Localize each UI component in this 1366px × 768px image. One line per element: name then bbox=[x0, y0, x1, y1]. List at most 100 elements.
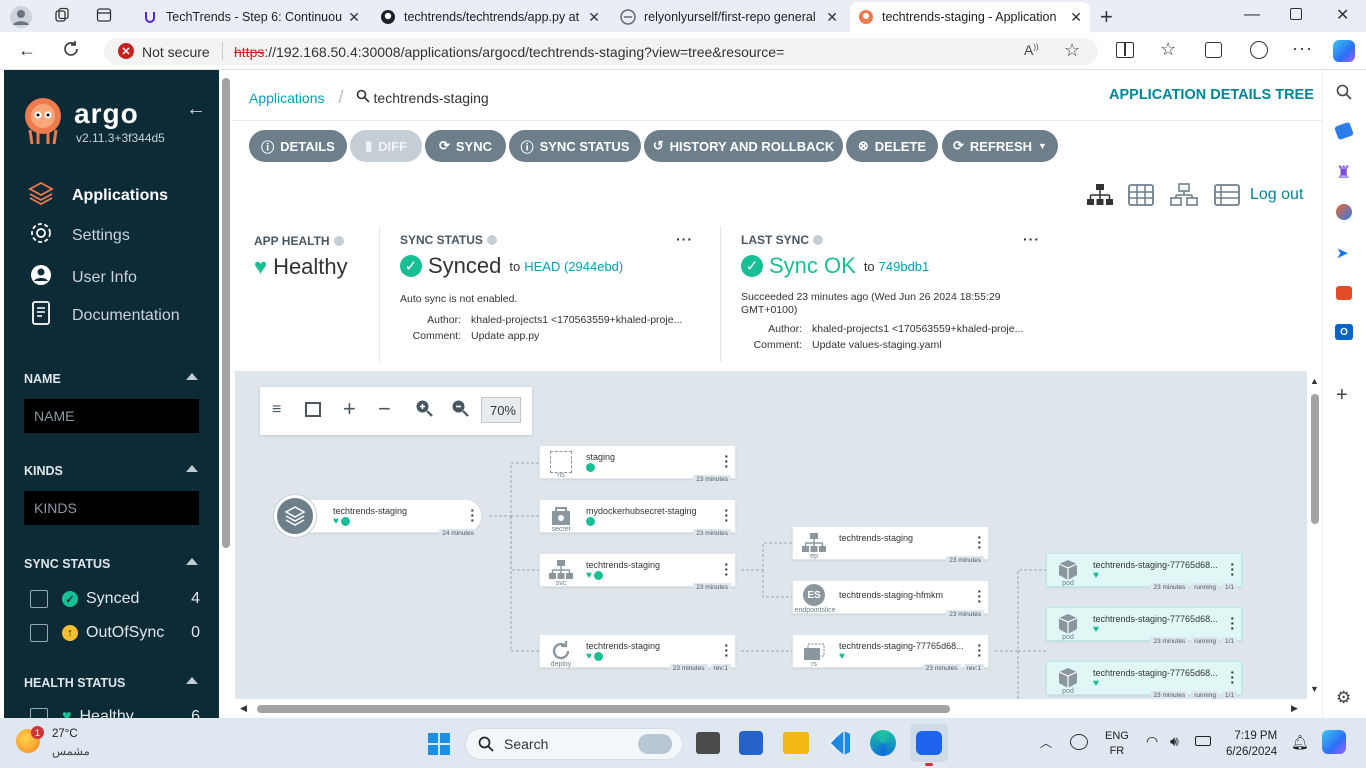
show-hidden-icons-chevron[interactable]: ︿ bbox=[1040, 734, 1052, 751]
more-options-icon[interactable]: ··· bbox=[676, 231, 693, 247]
toolbox-icon[interactable] bbox=[1336, 286, 1352, 300]
copilot-taskbar-icon[interactable] bbox=[1322, 730, 1346, 754]
not-secure-icon[interactable]: ✕ bbox=[118, 43, 134, 59]
sync-button[interactable]: ⟳ SYNC bbox=[425, 130, 506, 162]
diff-button[interactable]: ▮ DIFF bbox=[350, 130, 422, 162]
clock[interactable]: 7:19 PM 6/26/2024 bbox=[1226, 728, 1277, 760]
restore-icon[interactable] bbox=[1290, 8, 1302, 20]
volume-icon[interactable]: 🔊︎ bbox=[1170, 733, 1179, 750]
security-label[interactable]: Not secure bbox=[142, 44, 210, 60]
canvas-horizontal-scrollbar[interactable] bbox=[257, 705, 950, 713]
tree-view-icon[interactable] bbox=[1086, 183, 1114, 212]
read-aloud-icon[interactable]: A)) bbox=[1024, 42, 1039, 58]
node-menu-icon[interactable]: · · · bbox=[977, 530, 982, 554]
breadcrumb-applications-link[interactable]: Applications bbox=[249, 90, 325, 106]
node-pod-1[interactable]: pod techtrends-staging-77765d68... ♥ · · ·… bbox=[1046, 553, 1242, 592]
align-left-icon[interactable]: ≡ bbox=[272, 401, 281, 419]
kinds-filter-input[interactable]: KINDS bbox=[24, 491, 199, 525]
synced-checkbox[interactable] bbox=[30, 590, 48, 608]
help-icon[interactable] bbox=[333, 236, 344, 246]
collapse-caret-icon[interactable] bbox=[186, 373, 198, 380]
browser-essentials-icon[interactable] bbox=[1250, 41, 1268, 59]
window-close-icon[interactable]: ✕ bbox=[1336, 5, 1349, 25]
refresh-icon[interactable] bbox=[62, 40, 80, 63]
help-icon[interactable] bbox=[813, 235, 824, 245]
node-pod-3[interactable]: pod techtrends-staging-77765d68... ♥ · · ·… bbox=[1046, 661, 1242, 699]
scroll-down-arrow-icon[interactable]: ▼ bbox=[1310, 684, 1319, 694]
node-menu-icon[interactable]: · · · bbox=[1230, 557, 1235, 581]
history-rollback-button[interactable]: ↺ HISTORY AND ROLLBACK bbox=[644, 130, 843, 162]
wifi-icon[interactable]: ◠ bbox=[1146, 733, 1158, 750]
outofsync-checkbox[interactable] bbox=[30, 624, 48, 642]
filter-healthy[interactable]: ♥ Healthy 6 bbox=[30, 708, 200, 718]
node-menu-icon[interactable]: · · · bbox=[724, 557, 729, 581]
taskbar-search[interactable]: Search bbox=[465, 728, 683, 760]
add-app-icon[interactable]: + bbox=[1336, 384, 1348, 407]
node-rs[interactable]: rs techtrends-staging-77765d68... ♥ · · · … bbox=[792, 634, 989, 673]
fit-screen-icon[interactable] bbox=[305, 402, 321, 417]
meet-now-icon[interactable] bbox=[1070, 734, 1088, 750]
delete-button[interactable]: ⊗ DELETE bbox=[846, 130, 938, 162]
filter-outofsync[interactable]: ↑ OutOfSync 0 bbox=[30, 624, 200, 642]
more-menu-icon[interactable]: ··· bbox=[1292, 38, 1313, 59]
collapse-caret-icon[interactable] bbox=[186, 677, 198, 684]
node-menu-icon[interactable]: · · · bbox=[724, 503, 729, 527]
pods-view-icon[interactable] bbox=[1128, 184, 1154, 211]
workspaces-icon[interactable] bbox=[54, 7, 70, 28]
collapse-caret-icon[interactable] bbox=[186, 558, 198, 565]
browser-tab-3[interactable]: relyonlyurself/first-repo general ✕ bbox=[612, 2, 846, 32]
back-arrow-icon[interactable]: ← bbox=[18, 40, 36, 61]
close-icon[interactable]: ✕ bbox=[588, 9, 600, 26]
node-menu-icon[interactable]: · · · bbox=[1230, 665, 1235, 689]
sidebar-item-documentation[interactable]: Documentation bbox=[28, 300, 180, 331]
task-view-icon[interactable] bbox=[696, 732, 720, 754]
split-screen-icon[interactable] bbox=[1116, 42, 1134, 58]
name-filter-input[interactable]: NAME bbox=[24, 399, 199, 433]
refresh-button[interactable]: ⟳ REFRESH ▼ bbox=[942, 130, 1058, 162]
network-view-icon[interactable] bbox=[1170, 183, 1198, 212]
expand-plus-icon[interactable]: + bbox=[343, 396, 356, 422]
minimize-icon[interactable]: — bbox=[1244, 6, 1260, 24]
input-language[interactable]: ENG FR bbox=[1105, 729, 1129, 759]
vscode-icon[interactable] bbox=[827, 730, 851, 756]
outlook-icon[interactable]: O bbox=[1335, 324, 1353, 340]
node-menu-icon[interactable]: · · · bbox=[1230, 611, 1235, 635]
node-deploy[interactable]: deploy techtrends-staging ♥ · · · 23 minut… bbox=[539, 634, 736, 673]
collapse-sidebar-icon[interactable]: ← bbox=[186, 98, 206, 121]
omnibox[interactable]: ✕ Not secure https://192.168.50.4:30008/… bbox=[104, 38, 1098, 65]
node-menu-icon[interactable]: · · · bbox=[724, 638, 729, 662]
favorite-star-icon[interactable]: ☆ bbox=[1064, 40, 1080, 61]
filter-synced[interactable]: ✓ Synced 4 bbox=[30, 590, 200, 608]
node-svc[interactable]: svc techtrends-staging ♥ · · · 23 minutes bbox=[539, 553, 736, 592]
url-text[interactable]: https://192.168.50.4:30008/applications/… bbox=[234, 44, 784, 60]
canvas-vertical-scrollbar[interactable] bbox=[1311, 394, 1319, 524]
scroll-left-arrow-icon[interactable]: ◀ bbox=[240, 703, 247, 714]
close-icon[interactable]: ✕ bbox=[1070, 9, 1082, 26]
tab-actions-icon[interactable] bbox=[96, 7, 112, 28]
sync-status-button[interactable]: ⓘ SYNC STATUS bbox=[509, 130, 641, 162]
new-tab-icon[interactable]: + bbox=[1100, 4, 1113, 30]
telegram-icon[interactable]: ➤ bbox=[1336, 244, 1349, 262]
node-ns[interactable]: ns staging · · · 23 minutes bbox=[539, 445, 736, 484]
battery-icon[interactable] bbox=[1195, 736, 1211, 746]
weather-condition[interactable]: مشمس bbox=[52, 744, 90, 758]
more-options-icon[interactable]: ··· bbox=[1023, 231, 1040, 247]
node-secret[interactable]: secret mydockerhubsecret-staging · · · 23 … bbox=[539, 499, 736, 538]
chess-icon[interactable]: ♜ bbox=[1336, 163, 1351, 183]
node-menu-icon[interactable]: · · · bbox=[977, 638, 982, 662]
scroll-up-arrow-icon[interactable]: ▲ bbox=[1310, 376, 1319, 386]
edge-browser-icon[interactable] bbox=[870, 730, 896, 756]
node-menu-icon[interactable]: · · · bbox=[977, 584, 982, 608]
docker-taskbar-button[interactable] bbox=[910, 724, 948, 762]
details-button[interactable]: ⓘ DETAILS bbox=[249, 130, 347, 162]
copilot-icon[interactable] bbox=[1333, 40, 1355, 62]
collapse-minus-icon[interactable]: − bbox=[378, 396, 391, 422]
zoom-level[interactable]: 70% bbox=[481, 397, 521, 423]
close-icon[interactable]: ✕ bbox=[348, 9, 360, 26]
browser-tab-1[interactable]: TechTrends - Step 6: Continuous ✕ bbox=[134, 2, 368, 32]
search-icon[interactable] bbox=[356, 89, 370, 106]
sidebar-item-applications[interactable]: Applications bbox=[28, 180, 168, 211]
scroll-right-arrow-icon[interactable]: ▶ bbox=[1291, 703, 1298, 714]
windows-start-icon[interactable] bbox=[427, 732, 451, 756]
file-explorer-icon[interactable] bbox=[783, 732, 809, 754]
